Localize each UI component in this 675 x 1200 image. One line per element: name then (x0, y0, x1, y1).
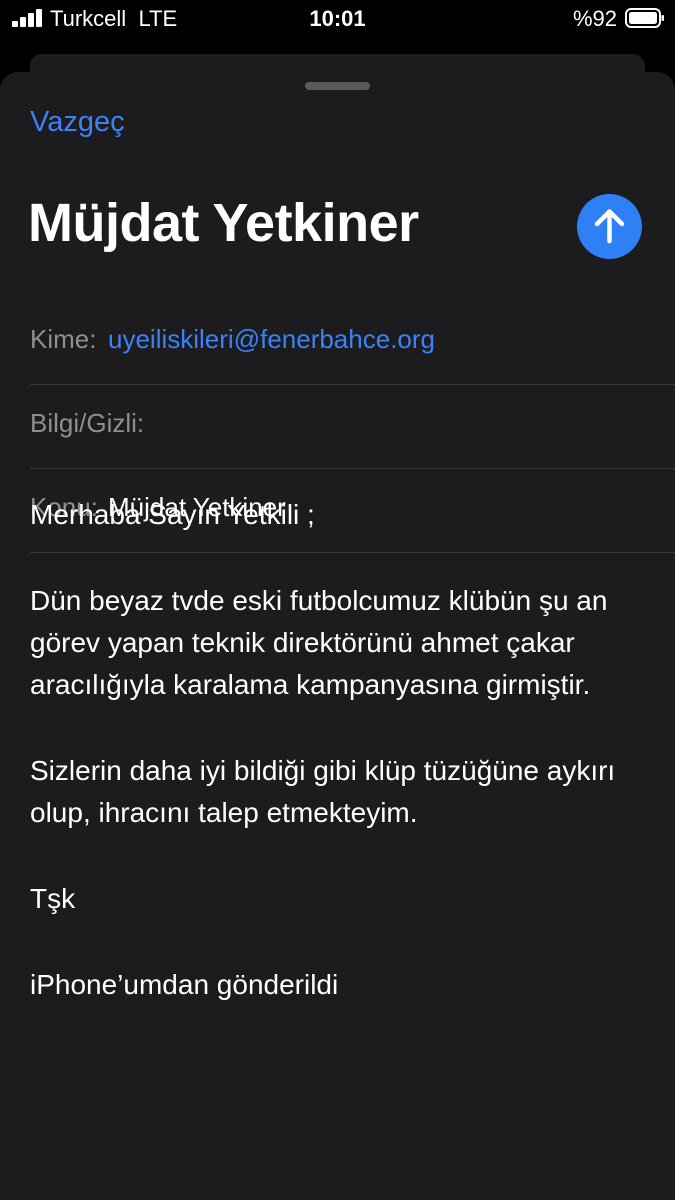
sheet-grabber[interactable] (305, 82, 370, 90)
send-button[interactable] (577, 194, 642, 259)
signature: iPhone’umdan gönderildi (30, 969, 339, 1000)
mail-compose-screen: Turkcell LTE 10:01 %92 Vazgeç Müjdat Yet… (0, 0, 675, 1200)
cancel-button[interactable]: Vazgeç (30, 106, 125, 139)
compose-title: Müjdat Yetkiner (28, 193, 419, 253)
cc-bcc-label: Bilgi/Gizli: (30, 408, 145, 438)
battery-icon (625, 8, 664, 28)
body-paragraph: Sizlerin daha iyi bildiği gibi klüp tüzü… (30, 755, 616, 828)
body-paragraph: Tşk (30, 883, 76, 914)
cc-bcc-field-row[interactable]: Bilgi/Gizli: (30, 384, 675, 469)
body-paragraph: Dün beyaz tvde eski futbolcumuz klübün ş… (30, 585, 608, 700)
to-label: Kime: (30, 324, 97, 354)
battery-percentage: %92 (572, 6, 617, 31)
body-paragraph: Merhaba Sayın Yetkili ; (30, 499, 315, 530)
to-recipient[interactable]: uyeiliskileri@fenerbahce.org (108, 324, 435, 355)
status-bar: Turkcell LTE 10:01 %92 (0, 0, 675, 40)
to-field-row[interactable]: Kime: uyeiliskileri@fenerbahce.org (30, 300, 675, 385)
arrow-up-icon (594, 209, 625, 244)
message-body[interactable]: Merhaba Sayın Yetkili ; Dün beyaz tvde e… (30, 494, 650, 1006)
